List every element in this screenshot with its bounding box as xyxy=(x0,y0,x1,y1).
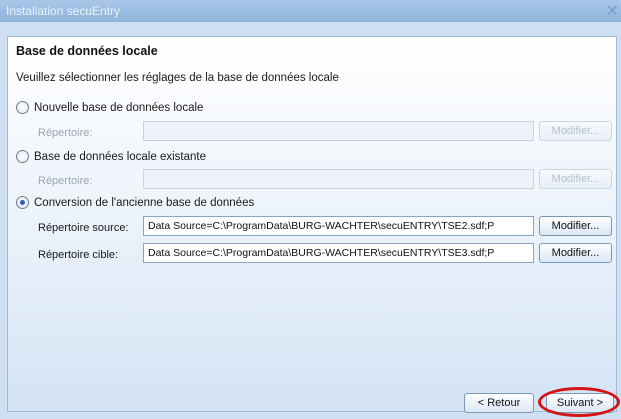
window-title: Installation secuEntry xyxy=(6,4,121,18)
directory-input-new[interactable] xyxy=(143,121,534,141)
radio-button[interactable] xyxy=(16,101,29,114)
radio-button-selected[interactable] xyxy=(16,196,29,209)
target-directory-input[interactable]: Data Source=C:\ProgramData\BURG-WACHTER\… xyxy=(143,243,534,263)
source-directory-label: Répertoire source: xyxy=(38,222,129,234)
modify-button-new[interactable]: Modifier... xyxy=(539,121,612,141)
radio-label: Base de données locale existante xyxy=(34,150,206,163)
modify-target-button[interactable]: Modifier... xyxy=(539,243,612,263)
field-label: Répertoire: xyxy=(38,127,93,139)
back-button[interactable]: < Retour xyxy=(464,393,534,413)
page-title: Base de données locale xyxy=(16,44,158,58)
directory-input-existing[interactable] xyxy=(143,169,534,189)
page-subtitle: Veuillez sélectionner les réglages de la… xyxy=(16,72,339,84)
radio-new-database[interactable]: Nouvelle base de données locale xyxy=(16,101,203,114)
field-label: Répertoire: xyxy=(38,175,93,187)
radio-button[interactable] xyxy=(16,150,29,163)
radio-label: Nouvelle base de données locale xyxy=(34,101,204,114)
title-bar: Installation secuEntry ✕ xyxy=(0,0,621,22)
highlight-circle xyxy=(538,387,620,417)
modify-button-existing[interactable]: Modifier... xyxy=(539,169,612,189)
modify-source-button[interactable]: Modifier... xyxy=(539,216,612,236)
radio-convert-database[interactable]: Conversion de l'ancienne base de données xyxy=(16,196,254,209)
target-directory-label: Répertoire cible: xyxy=(38,249,119,261)
installer-window: Installation secuEntry ✕ Base de données… xyxy=(0,0,621,419)
radio-existing-database[interactable]: Base de données locale existante xyxy=(16,150,206,163)
close-icon[interactable]: ✕ xyxy=(606,1,619,20)
radio-label: Conversion de l'ancienne base de données xyxy=(34,196,255,209)
source-directory-input[interactable]: Data Source=C:\ProgramData\BURG-WACHTER\… xyxy=(143,216,534,236)
